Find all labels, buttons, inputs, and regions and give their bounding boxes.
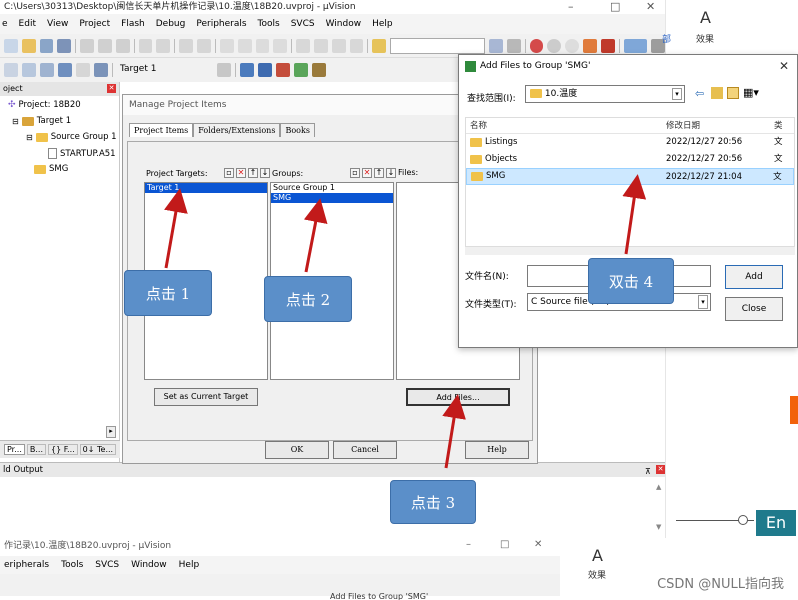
arrow-step2 xyxy=(303,198,328,273)
annotation-step2: 点击 2 xyxy=(264,276,352,322)
annotation-step4: 双击 4 xyxy=(588,258,674,304)
menu-tools[interactable]: Tools xyxy=(61,556,83,574)
second-dialog-title: Add Files to Group 'SMG' xyxy=(330,592,429,600)
maximize-button[interactable]: □ xyxy=(500,539,509,550)
arrow-step4 xyxy=(622,174,647,255)
menu-help[interactable]: Help xyxy=(179,556,200,574)
menu-window[interactable]: Window xyxy=(131,556,167,574)
arrow-step1 xyxy=(164,188,188,269)
watermark: CSDN @NULL指向我 xyxy=(657,577,784,592)
tab-effect[interactable]: 效果 xyxy=(588,568,606,581)
menu-svcs[interactable]: SVCS xyxy=(95,556,119,574)
annotation-step1: 点击 1 xyxy=(124,270,212,316)
arrow-step3 xyxy=(442,394,466,469)
minimize-button[interactable]: – xyxy=(466,539,471,550)
annotation-step3: 点击 3 xyxy=(390,480,476,524)
close-button[interactable]: ✕ xyxy=(534,539,542,550)
second-toolbar xyxy=(0,574,560,596)
menu-peripherals[interactable]: eripherals xyxy=(4,556,49,574)
second-menu-bar: eripherals Tools SVCS Window Help xyxy=(0,556,560,574)
font-icon: A xyxy=(592,546,603,565)
second-screenshot: 作记录\10.温度\18B20.uvproj - µVision – □ ✕ e… xyxy=(0,538,798,600)
second-window-title: 作记录\10.温度\18B20.uvproj - µVision xyxy=(4,541,172,551)
